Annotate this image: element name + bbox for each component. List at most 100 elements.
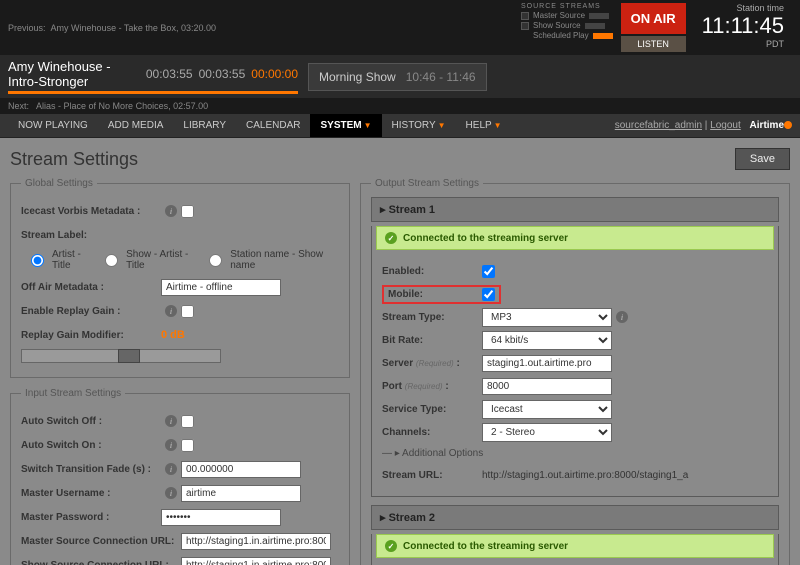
muser-input[interactable]: [181, 485, 301, 502]
info-icon[interactable]: i: [165, 463, 177, 475]
auto-on-checkbox[interactable]: [181, 439, 194, 452]
radio-artist-title[interactable]: [31, 254, 44, 267]
info-icon[interactable]: i: [165, 487, 177, 499]
stream-label-label: Stream Label:: [21, 230, 161, 241]
replay-checkbox[interactable]: [181, 305, 194, 318]
nav-help[interactable]: HELP▼: [456, 114, 512, 137]
input-stream-settings: Input Stream Settings Auto Switch Off :i…: [10, 388, 350, 565]
r1-label: Artist - Title: [52, 249, 97, 271]
s1-service-select[interactable]: Icecast: [482, 400, 612, 419]
station-clock: 11:11:45: [702, 13, 784, 39]
info-icon[interactable]: i: [616, 311, 628, 323]
s1-channels-label: Channels:: [382, 427, 482, 438]
auto-off-label: Auto Switch Off :: [21, 416, 161, 427]
murl-input[interactable]: [181, 533, 331, 550]
s1-mobile-label: Mobile:: [388, 289, 482, 300]
s1-additional-toggle[interactable]: — ▸ Additional Options: [382, 448, 768, 459]
s1-type-label: Stream Type:: [382, 312, 482, 323]
vorbis-label: Icecast Vorbis Metadata :: [21, 206, 161, 217]
nav-calendar[interactable]: CALENDAR: [236, 114, 310, 137]
prev-track: Amy Winehouse - Take the Box, 03:20.00: [51, 23, 216, 33]
offair-label: Off Air Metadata :: [21, 282, 161, 293]
modifier-value: 0 dB: [161, 329, 185, 341]
auto-off-checkbox[interactable]: [181, 415, 194, 428]
np-elapsed: 00:03:55: [146, 67, 193, 81]
src-master: Master Source: [533, 11, 585, 20]
s1-server-input[interactable]: [482, 355, 612, 372]
info-icon[interactable]: i: [165, 439, 177, 451]
s1-enabled-checkbox[interactable]: [482, 265, 495, 278]
np-total: 00:03:55: [199, 67, 246, 81]
stream2-status: ✓Connected to the streaming server: [376, 534, 774, 558]
page-title: Stream Settings: [10, 149, 138, 170]
info-icon[interactable]: i: [165, 415, 177, 427]
mpass-input[interactable]: [161, 509, 281, 526]
info-icon[interactable]: i: [165, 305, 177, 317]
replay-label: Enable Replay Gain :: [21, 306, 161, 317]
station-time-label: Station time: [702, 3, 784, 13]
s1-channels-select[interactable]: 2 - Stereo: [482, 423, 612, 442]
surl-input[interactable]: [181, 557, 331, 565]
chevron-down-icon: ▼: [364, 121, 372, 130]
prev-track-bar: Previous: Amy Winehouse - Take the Box, …: [0, 0, 800, 55]
station-time: Station time 11:11:45 PDT: [694, 3, 792, 49]
nav-history[interactable]: HISTORY▼: [382, 114, 456, 137]
nav-now-playing[interactable]: NOW PLAYING: [8, 114, 98, 137]
stream1-status: ✓Connected to the streaming server: [376, 226, 774, 250]
s1-port-input[interactable]: [482, 378, 612, 395]
murl-label: Master Source Connection URL:: [21, 536, 181, 547]
stream1-body: ✓Connected to the streaming server Enabl…: [371, 226, 779, 497]
nav-add-media[interactable]: ADD MEDIA: [98, 114, 174, 137]
listen-button[interactable]: LISTEN: [621, 36, 686, 52]
np-progress[interactable]: [8, 91, 298, 94]
next-track: Alias - Place of No More Choices, 02:57.…: [36, 101, 208, 111]
s1-bitrate-select[interactable]: 64 kbit/s: [482, 331, 612, 350]
show-name: Morning Show: [319, 70, 396, 84]
replay-gain-slider[interactable]: [21, 349, 221, 363]
muser-label: Master Username :: [21, 488, 161, 499]
fade-input[interactable]: [181, 461, 301, 478]
auto-on-label: Auto Switch On :: [21, 440, 161, 451]
s1-port-label: Port (Required) :: [382, 381, 482, 392]
s1-type-select[interactable]: MP3: [482, 308, 612, 327]
output-legend: Output Stream Settings: [371, 178, 483, 189]
source-streams: SOURCE STREAMS Master Source Show Source…: [521, 3, 613, 41]
user-link[interactable]: sourcefabric_admin: [615, 120, 702, 131]
logout-link[interactable]: Logout: [710, 120, 741, 131]
save-button[interactable]: Save: [735, 148, 790, 170]
radio-station-show[interactable]: [209, 254, 222, 267]
source-header: SOURCE STREAMS: [521, 3, 613, 10]
global-legend: Global Settings: [21, 178, 97, 189]
main-content: Stream Settings Save Global Settings Ice…: [0, 138, 800, 565]
src-bar: [585, 23, 605, 29]
s1-server-label: Server (Required) :: [382, 358, 482, 369]
global-settings: Global Settings Icecast Vorbis Metadata …: [10, 178, 350, 378]
s1-url-value: http://staging1.out.airtime.pro:8000/sta…: [482, 470, 688, 481]
main-nav: NOW PLAYING ADD MEDIA LIBRARY CALENDAR S…: [0, 114, 800, 138]
s1-mobile-checkbox[interactable]: [482, 288, 495, 301]
radio-show-artist[interactable]: [105, 254, 118, 267]
stream2-body: ✓Connected to the streaming server Enabl…: [371, 534, 779, 565]
info-icon[interactable]: i: [165, 205, 177, 217]
vorbis-checkbox[interactable]: [181, 205, 194, 218]
stream1-header[interactable]: ▸ Stream 1: [371, 197, 779, 222]
s1-enabled-label: Enabled:: [382, 266, 482, 277]
close-icon[interactable]: [521, 22, 529, 30]
slider-handle[interactable]: [118, 349, 140, 363]
on-air-indicator: ON AIR: [621, 3, 686, 34]
stream2-header[interactable]: ▸ Stream 2: [371, 505, 779, 530]
src-bar-active: [593, 33, 613, 39]
s1-service-label: Service Type:: [382, 404, 482, 415]
fade-label: Switch Transition Fade (s) :: [21, 464, 161, 475]
mpass-label: Master Password :: [21, 512, 161, 523]
np-title: Amy Winehouse - Intro-Stronger: [8, 59, 140, 89]
nav-library[interactable]: LIBRARY: [173, 114, 236, 137]
offair-input[interactable]: [161, 279, 281, 296]
airtime-logo: Airtime: [750, 120, 784, 131]
nav-system[interactable]: SYSTEM▼: [310, 114, 381, 137]
surl-label: Show Source Connection URL:: [21, 560, 181, 565]
airtime-dot-icon: [784, 121, 792, 129]
close-icon[interactable]: [521, 12, 529, 20]
np-remaining: 00:00:00: [251, 67, 298, 81]
r2-label: Show - Artist - Title: [126, 249, 201, 271]
